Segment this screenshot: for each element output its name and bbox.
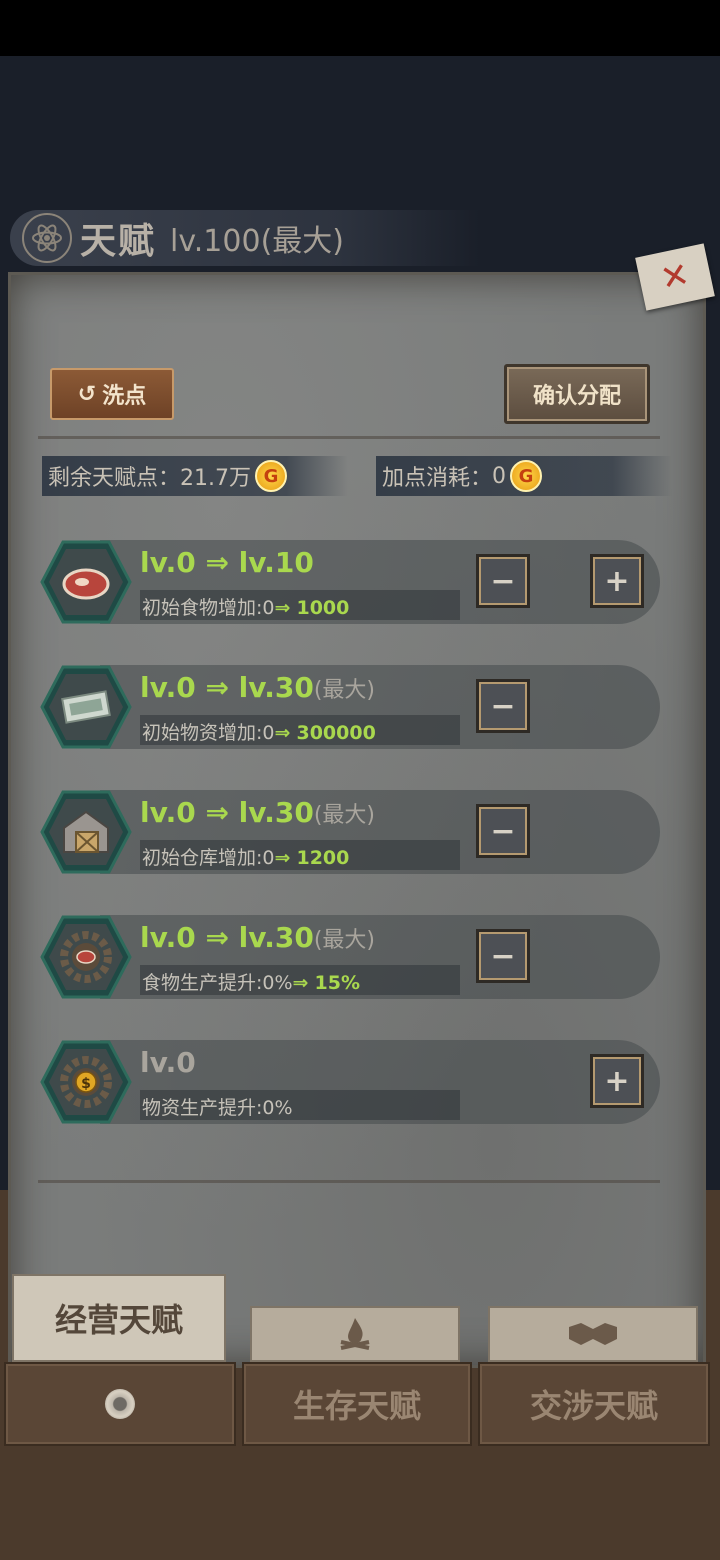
talent-level: lv.0 ⇒ lv.10 — [140, 546, 314, 579]
decrease-button[interactable]: − — [476, 679, 530, 733]
warehouse-icon — [40, 790, 132, 874]
increase-button[interactable]: + — [590, 554, 644, 608]
tab-survival-talent[interactable] — [250, 1306, 460, 1362]
bottom-tab-survival[interactable]: 生存天赋 — [242, 1362, 472, 1446]
campfire-icon — [340, 1318, 370, 1350]
remaining-points: 剩余天赋点： 21.7万 G — [42, 456, 348, 496]
talent-description: 物资生产提升:0% — [142, 1097, 293, 1119]
divider — [38, 1180, 660, 1183]
talent-level: lv.0 — [140, 1046, 196, 1079]
page-title: 天赋 — [80, 221, 157, 262]
talent-row: lv.0 ⇒ lv.30(最大) 初始物资增加:0⇒ 300000 − — [40, 665, 660, 749]
handshake-icon — [569, 1323, 617, 1345]
bottom-tab-negotiation[interactable]: 交涉天赋 — [478, 1362, 710, 1446]
remaining-label: 剩余天赋点： — [48, 466, 181, 491]
decrease-button[interactable]: − — [476, 804, 530, 858]
close-icon: ✕ — [656, 254, 694, 300]
svg-text:$: $ — [81, 1076, 91, 1092]
talent-row: lv.0 ⇒ lv.30(最大) 食物生产提升:0%⇒ 15% − — [40, 915, 660, 999]
bottom-tab-business[interactable] — [4, 1362, 236, 1446]
talent-level: lv.100(最大) — [170, 224, 344, 259]
gear-money-icon: $ — [40, 1040, 132, 1124]
reset-points-button[interactable]: ↺ 洗点 — [50, 368, 174, 420]
atom-icon — [22, 213, 72, 263]
talent-description: 初始物资增加:0⇒ 300000 — [142, 722, 376, 744]
talent-row: $ lv.0 物资生产提升:0% + — [40, 1040, 660, 1124]
divider — [38, 436, 660, 439]
confirm-allocation-button[interactable]: 确认分配 — [504, 364, 650, 424]
status-bar — [0, 0, 720, 56]
steak-icon — [40, 540, 132, 624]
undo-icon: ↺ — [77, 381, 97, 407]
selected-dot-icon — [105, 1389, 135, 1419]
remaining-value: 21.7万 — [180, 466, 252, 491]
increase-button[interactable]: + — [590, 1054, 644, 1108]
talent-level: lv.0 ⇒ lv.30(最大) — [140, 796, 375, 829]
talent-level: lv.0 ⇒ lv.30(最大) — [140, 921, 375, 954]
talent-description: 初始食物增加:0⇒ 1000 — [142, 597, 350, 619]
cost-value: 0 — [492, 463, 507, 489]
talent-description: 食物生产提升:0%⇒ 15% — [142, 972, 360, 994]
reset-label: 洗点 — [102, 384, 147, 409]
coin-icon: G — [510, 460, 543, 492]
point-cost: 加点消耗： 0 G — [376, 456, 672, 496]
cash-icon — [40, 665, 132, 749]
title-bar: 天赋 lv.100(最大) — [10, 210, 480, 266]
decrease-button[interactable]: − — [476, 554, 530, 608]
tab-business-talent[interactable]: 经营天赋 — [12, 1274, 226, 1362]
confirm-label: 确认分配 — [532, 384, 621, 409]
talent-description: 初始仓库增加:0⇒ 1200 — [142, 847, 350, 869]
decrease-button[interactable]: − — [476, 929, 530, 983]
talent-level: lv.0 ⇒ lv.30(最大) — [140, 671, 375, 704]
tab-negotiation-talent[interactable] — [488, 1306, 698, 1362]
gear-food-icon — [40, 915, 132, 999]
coin-icon: G — [255, 460, 288, 492]
talent-row: lv.0 ⇒ lv.30(最大) 初始仓库增加:0⇒ 1200 − — [40, 790, 660, 874]
talent-row: lv.0 ⇒ lv.10 初始食物增加:0⇒ 1000 − + — [40, 540, 660, 624]
cost-label: 加点消耗： — [382, 466, 493, 491]
